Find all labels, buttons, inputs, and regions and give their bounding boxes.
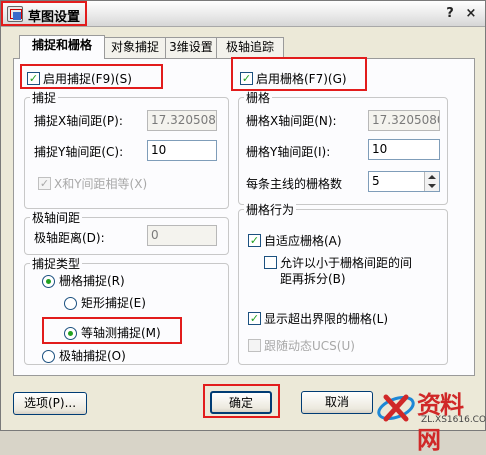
grid-major-spinner[interactable] [424, 172, 439, 191]
tab-polar-tracking[interactable]: 极轴追踪 [216, 37, 284, 58]
enable-snap-label: 启用捕捉(F9)(S) [43, 72, 132, 86]
snap-y-spacing-input[interactable]: 10 [147, 140, 217, 161]
enable-grid-label: 启用栅格(F7)(G) [256, 72, 347, 86]
help-button[interactable]: ? [441, 5, 459, 23]
polar-spacing-title: 极轴间距 [30, 209, 83, 226]
iso-snap-radio[interactable] [64, 327, 77, 340]
tab-snap-and-grid[interactable]: 捕捉和栅格 [19, 35, 105, 59]
watermark-url: ZL.XS1616.COM [421, 415, 486, 425]
grid-y-label: 栅格Y轴间距(I): [246, 145, 331, 159]
tab-3d-settings[interactable]: 3维设置 [165, 37, 217, 58]
equal-spacing-label: X和Y间距相等(X) [54, 177, 148, 191]
iso-snap-label: 等轴测捕捉(M) [81, 326, 161, 340]
adaptive-grid-checkbox[interactable]: ✓ [248, 234, 261, 247]
snap-x-spacing-input[interactable]: 17.32050807 [147, 110, 217, 131]
rect-snap-radio[interactable] [64, 297, 77, 310]
tab-object-snap[interactable]: 对象捕捉 [104, 37, 166, 58]
cancel-button[interactable]: 取消 [301, 391, 373, 414]
grid-behavior-title: 栅格行为 [244, 201, 297, 218]
app-icon [7, 6, 23, 22]
rect-snap-label: 矩形捕捉(E) [81, 296, 146, 310]
equal-spacing-checkbox[interactable]: ✓ [38, 177, 51, 190]
spin-up-icon[interactable] [428, 175, 436, 179]
title-bar[interactable]: 草图设置 ? × [1, 1, 485, 27]
grid-spacing-title: 栅格 [244, 89, 273, 106]
snap-x-label: 捕捉X轴间距(P): [34, 114, 123, 128]
subdivide-label-line2: 距再拆分(B) [280, 272, 346, 286]
drafting-settings-dialog: 草图设置 ? × 捕捉和栅格 对象捕捉 3维设置 极轴追踪 ✓ 启用捕捉(F9)… [0, 0, 486, 454]
grid-x-spacing-input[interactable]: 17.32050807 [368, 110, 440, 131]
enable-snap-checkbox[interactable]: ✓ [27, 72, 40, 85]
snap-type-group [24, 263, 229, 365]
options-button[interactable]: 选项(P)... [13, 392, 87, 415]
polar-distance-label: 极轴距离(D): [34, 231, 105, 245]
show-beyond-limits-checkbox[interactable]: ✓ [248, 312, 261, 325]
dialog-title: 草图设置 [28, 10, 81, 25]
spin-down-icon[interactable] [428, 184, 436, 188]
snap-spacing-title: 捕捉 [30, 89, 59, 106]
polar-snap-radio[interactable] [42, 350, 55, 363]
polar-distance-input[interactable]: 0 [147, 225, 217, 246]
grid-snap-label: 栅格捕捉(R) [59, 274, 125, 288]
close-button[interactable]: × [462, 5, 480, 23]
snap-y-label: 捕捉Y轴间距(C): [34, 145, 124, 159]
grid-snap-radio[interactable] [42, 275, 55, 288]
grid-y-spacing-input[interactable]: 10 [368, 139, 440, 160]
adaptive-grid-label: 自适应栅格(A) [264, 234, 342, 248]
follow-ucs-checkbox[interactable] [248, 339, 261, 352]
watermark-logo-icon [377, 394, 415, 422]
tab-panel: ✓ 启用捕捉(F9)(S) ✓ 启用栅格(F7)(G) 捕捉 捕捉X轴间距(P)… [13, 58, 475, 376]
grid-major-label: 每条主线的栅格数 [246, 177, 343, 191]
subdivide-label-line1: 允许以小于栅格间距的间 [280, 256, 413, 270]
snap-type-title: 捕捉类型 [30, 255, 83, 272]
ok-button[interactable]: 确定 [210, 391, 272, 414]
polar-snap-label: 极轴捕捉(O) [59, 349, 126, 363]
follow-ucs-label: 跟随动态UCS(U) [264, 339, 355, 353]
enable-grid-checkbox[interactable]: ✓ [240, 72, 253, 85]
subdivide-checkbox[interactable] [264, 256, 277, 269]
show-beyond-limits-label: 显示超出界限的栅格(L) [264, 312, 389, 326]
grid-x-label: 栅格X轴间距(N): [246, 114, 337, 128]
